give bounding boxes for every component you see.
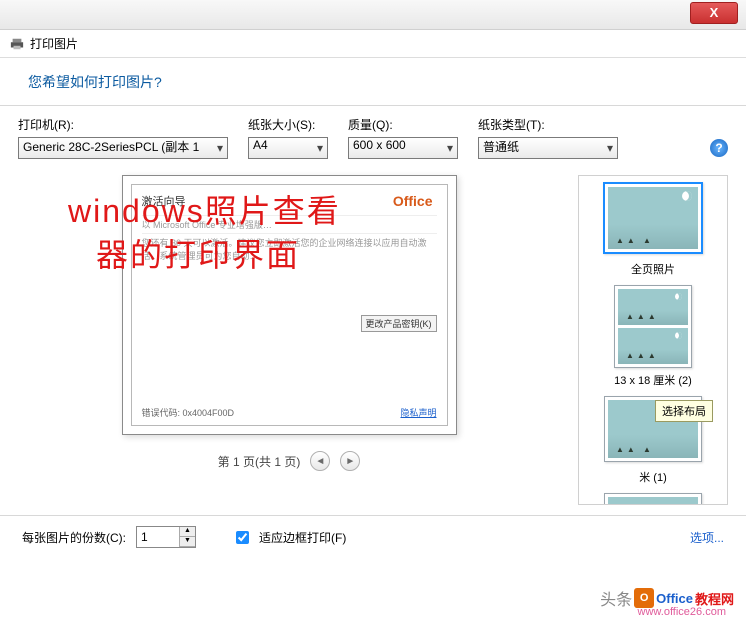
controls-row: 打印机(R): Generic 28C-2SeriesPCL (副本 1 纸张大… [0,106,746,165]
layout-item-full[interactable]: ▲▲ ▲ 全页照片 [603,182,703,277]
spin-down-icon[interactable]: ▼ [179,537,195,547]
watermark-jiaocheng: 教程网 [695,589,734,608]
copies-value: 1 [141,530,148,544]
pager-text: 第 1 页(共 1 页) [218,453,301,470]
pager: 第 1 页(共 1 页) ◄ ► [18,451,560,471]
office-badge: Office [393,193,433,209]
bottom-bar: 每张图片的份数(C): 1 ▲▼ 适应边框打印(F) 选项... [0,515,746,558]
preview-line: 以 Microsoft Office 专业增强版… [142,215,437,231]
copies-spinner[interactable]: 1 ▲▼ [136,526,196,548]
copies-label: 每张图片的份数(C): [22,529,126,546]
layout-panel[interactable]: ▲▲ ▲ 全页照片 ▲▲▲ ▲▲▲ 13 x 18 厘米 (2) ▲▲ ▲ 米 … [578,175,728,505]
help-icon[interactable]: ? [710,139,728,157]
printer-group: 打印机(R): Generic 28C-2SeriesPCL (副本 1 [18,116,228,159]
preview-line: 您还有 30 天可以激活。建议您立即激活您的企业网络连接以应用自动激活。系统管理… [142,233,437,262]
paper-size-group: 纸张大小(S): A4 [248,116,328,159]
paper-size-label: 纸张大小(S): [248,116,328,133]
layout-item-13x18[interactable]: ▲▲▲ ▲▲▲ 13 x 18 厘米 (2) [614,285,692,388]
next-page-button[interactable]: ► [340,451,360,471]
printer-icon [10,37,24,51]
paper-type-label: 纸张类型(T): [478,116,618,133]
preview-pane: Office 激活向导 以 Microsoft Office 专业增强版… 您还… [18,175,560,505]
preview-change-key-button: 更改产品密钥(K) [361,315,437,332]
quality-group: 质量(Q): 600 x 600 [348,116,458,159]
preview-error-code: 错误代码: 0x4004F00D [142,406,235,419]
window-title: 打印图片 [30,35,78,52]
fit-frame-checkbox[interactable] [236,531,249,544]
titlebar: X [0,0,746,30]
paper-size-select[interactable]: A4 [248,137,328,159]
watermark-office: Office [656,591,693,606]
close-button[interactable]: X [690,2,738,24]
preview-content: Office 激活向导 以 Microsoft Office 专业增强版… 您还… [131,184,448,426]
layout-thumb-full[interactable]: ▲▲ ▲ [603,182,703,254]
printer-label: 打印机(R): [18,116,228,133]
question-heading: 您希望如何打印图片? [0,58,746,106]
layout-label: 13 x 18 厘米 (2) [614,372,692,388]
preview-page: Office 激活向导 以 Microsoft Office 专业增强版… 您还… [122,175,457,435]
quality-label: 质量(Q): [348,116,458,133]
paper-type-group: 纸张类型(T): 普通纸 [478,116,618,159]
prev-page-button[interactable]: ◄ [310,451,330,471]
layout-tooltip: 选择布局 [655,400,713,422]
main-area: Office 激活向导 以 Microsoft Office 专业增强版… 您还… [0,165,746,515]
paper-type-select[interactable]: 普通纸 [478,137,618,159]
layout-label: 全页照片 [603,261,703,277]
watermark-head: 头条 [600,586,632,610]
window-title-row: 打印图片 [0,30,746,58]
layout-thumb-partial[interactable] [604,493,702,505]
preview-privacy-link: 隐私声明 [400,406,436,419]
options-link[interactable]: 选项... [690,529,724,546]
fit-frame-label: 适应边框打印(F) [259,529,346,546]
layout-item-partial[interactable] [604,493,702,505]
layout-label: 米 (1) [604,469,702,485]
spinner-buttons[interactable]: ▲▼ [179,527,195,547]
watermark-url: www.office26.com [638,606,726,618]
printer-select[interactable]: Generic 28C-2SeriesPCL (副本 1 [18,137,228,159]
spin-up-icon[interactable]: ▲ [179,527,195,537]
watermark-logo-icon: O [634,588,654,608]
quality-select[interactable]: 600 x 600 [348,137,458,159]
layout-thumb-13x18[interactable]: ▲▲▲ ▲▲▲ [614,285,692,368]
